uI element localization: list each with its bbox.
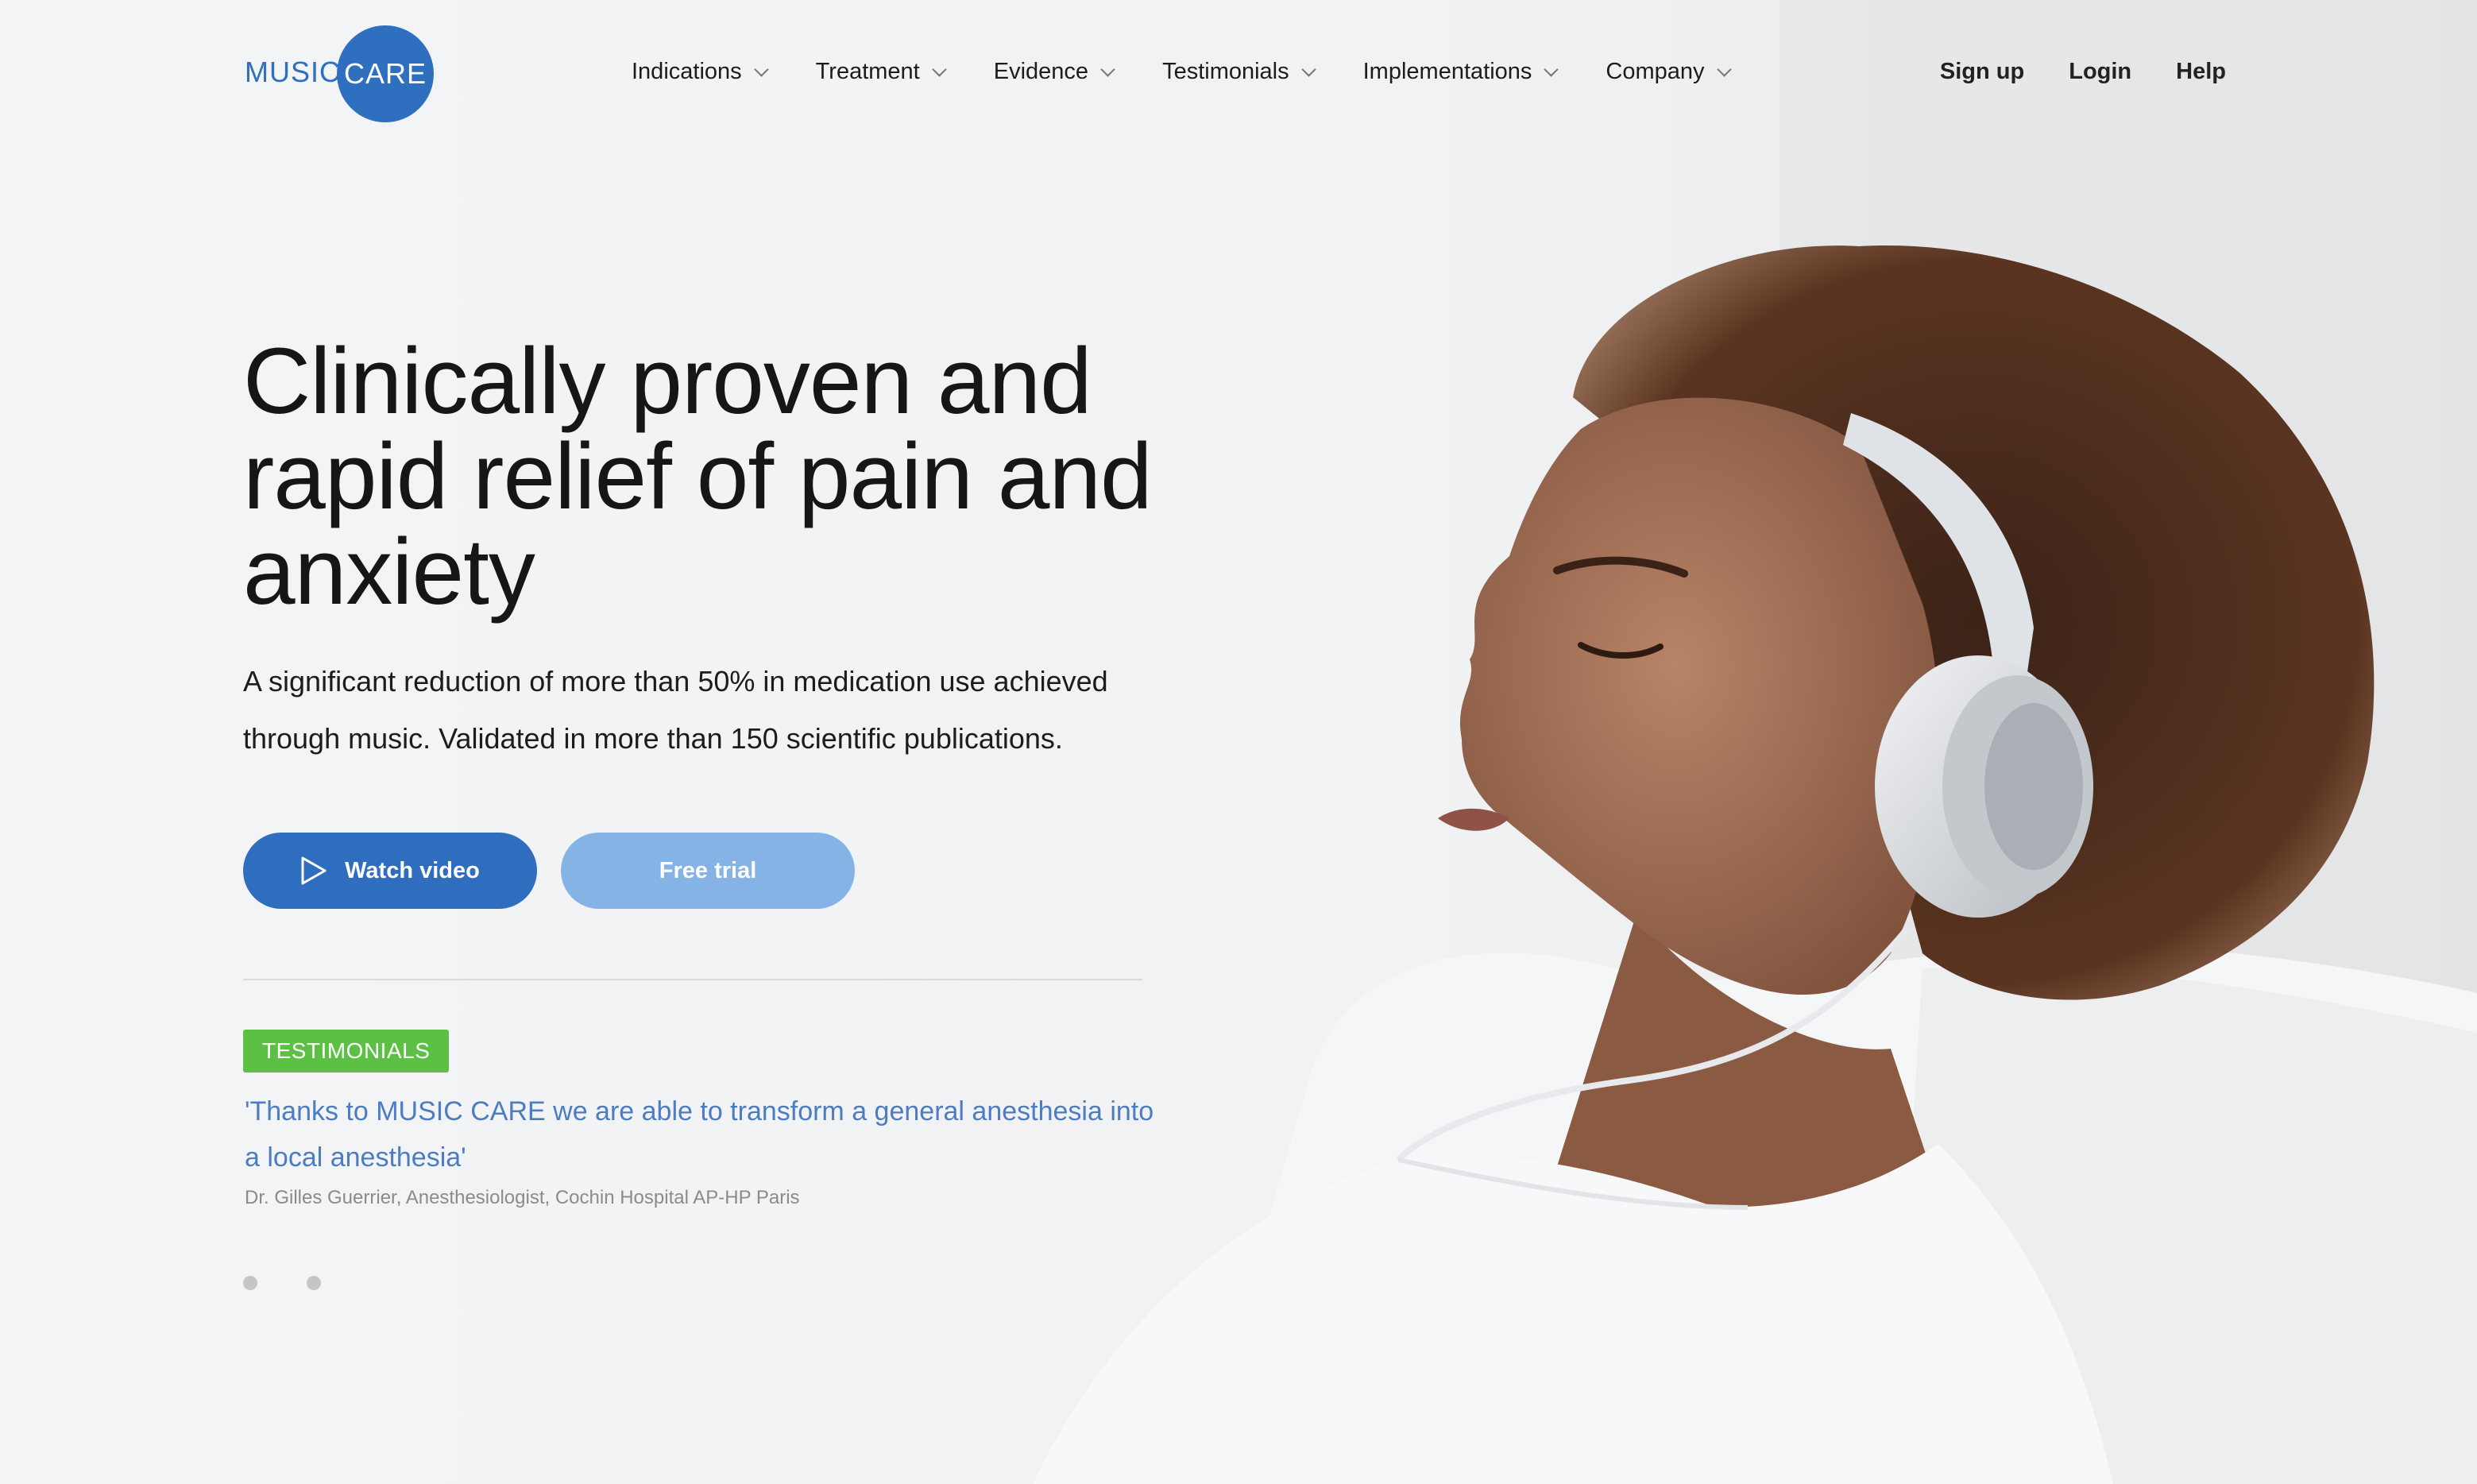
account-links: Sign up Login Help	[1940, 59, 2226, 85]
nav-item-label: Company	[1606, 59, 1705, 84]
main-nav: Indications Treatment Evidence Testimoni…	[632, 59, 1779, 85]
chevron-down-icon	[1716, 62, 1732, 77]
testimonials-badge: TESTIMONIALS	[243, 1030, 450, 1072]
divider	[243, 979, 1142, 980]
chevron-down-icon	[753, 62, 769, 77]
login-link[interactable]: Login	[2069, 59, 2131, 85]
chevron-down-icon	[932, 62, 947, 77]
chevron-down-icon	[1544, 62, 1559, 77]
nav-item-label: Indications	[632, 59, 742, 84]
chevron-down-icon	[1300, 62, 1316, 77]
logo-wordmark-music: MUSIC	[245, 56, 341, 88]
nav-item-label: Implementations	[1362, 59, 1532, 84]
help-link[interactable]: Help	[2176, 59, 2226, 85]
nav-item-evidence[interactable]: Evidence	[993, 59, 1115, 85]
free-trial-button[interactable]: Free trial	[561, 833, 855, 909]
nav-item-testimonials[interactable]: Testimonials	[1162, 59, 1316, 85]
nav-item-label: Evidence	[993, 59, 1089, 84]
carousel-pagination	[243, 1276, 321, 1290]
logo[interactable]: MUSIC CARE	[245, 25, 435, 124]
nav-item-treatment[interactable]: Treatment	[815, 59, 947, 85]
nav-item-company[interactable]: Company	[1606, 59, 1732, 85]
nav-item-label: Treatment	[815, 59, 920, 84]
chevron-down-icon	[1100, 62, 1115, 77]
play-icon	[301, 856, 327, 885]
nav-item-indications[interactable]: Indications	[632, 59, 769, 85]
carousel-dot-2[interactable]	[307, 1276, 321, 1290]
watch-video-label: Watch video	[345, 857, 480, 883]
carousel-dot-1[interactable]	[243, 1276, 257, 1290]
testimonial-author: Dr. Gilles Guerrier, Anesthesiologist, C…	[245, 1187, 800, 1208]
free-trial-label: Free trial	[659, 857, 757, 883]
logo-circle: CARE	[337, 25, 434, 122]
signup-link[interactable]: Sign up	[1940, 59, 2024, 85]
logo-wordmark-care: CARE	[343, 57, 427, 90]
hero-headline: Clinically proven and rapid relief of pa…	[243, 329, 1153, 624]
hero-subhead: A significant reduction of more than 50%…	[243, 665, 1108, 755]
testimonial-quote: 'Thanks to MUSIC CARE we are able to tra…	[245, 1096, 1154, 1173]
nav-item-implementations[interactable]: Implementations	[1362, 59, 1559, 85]
watch-video-button[interactable]: Watch video	[243, 833, 537, 909]
nav-item-label: Testimonials	[1162, 59, 1289, 84]
